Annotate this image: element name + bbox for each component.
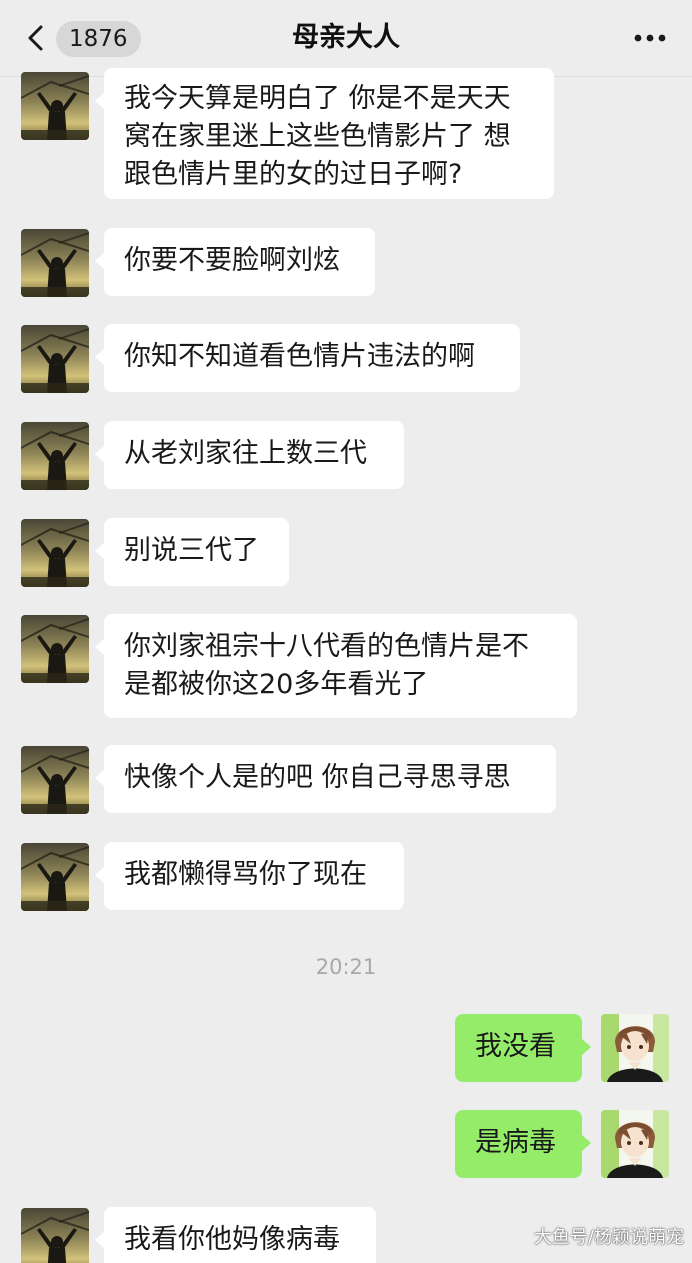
contact-avatar[interactable]: [21, 1208, 89, 1263]
more-dots-icon[interactable]: [630, 22, 670, 54]
message-bubble[interactable]: 我今天算是明白了 你是不是天天 窝在家里迷上这些色情影片了 想 跟色情片里的女的…: [95, 68, 554, 199]
contact-avatar[interactable]: [21, 325, 89, 393]
chat-header: 1876 母亲大人: [0, 0, 692, 77]
contact-avatar[interactable]: [21, 615, 89, 683]
message-bubble[interactable]: 快像个人是的吧 你自己寻思寻思: [95, 745, 556, 813]
contact-avatar[interactable]: [21, 519, 89, 587]
contact-avatar[interactable]: [21, 746, 89, 814]
message-bubble[interactable]: 我没看: [455, 1014, 591, 1082]
message-bubble[interactable]: 你刘家祖宗十八代看的色情片是不 是都被你这20多年看光了: [95, 614, 577, 718]
unread-count-badge[interactable]: 1876: [56, 21, 141, 57]
source-watermark: 大鱼号/杨颖说萌宠: [533, 1227, 684, 1248]
contact-avatar[interactable]: [21, 229, 89, 297]
chevron-left-icon[interactable]: [24, 24, 46, 52]
message-bubble[interactable]: 你知不知道看色情片违法的啊: [95, 324, 520, 392]
message-bubble[interactable]: 是病毒: [455, 1110, 591, 1178]
self-avatar[interactable]: [601, 1014, 669, 1082]
chat-screen: 1876 母亲大人 我今天算是明白了 你是不是天天 窝在家里迷上这些色情影片了 …: [0, 0, 692, 1263]
contact-avatar[interactable]: [21, 422, 89, 490]
contact-avatar[interactable]: [21, 72, 89, 140]
contact-avatar[interactable]: [21, 843, 89, 911]
message-bubble[interactable]: 从老刘家往上数三代: [95, 421, 404, 489]
message-bubble[interactable]: 我看你他妈像病毒: [95, 1207, 376, 1263]
message-bubble[interactable]: 你要不要脸啊刘炫: [95, 228, 375, 296]
timestamp-divider: 20:21: [315, 955, 377, 979]
self-avatar[interactable]: [601, 1110, 669, 1178]
message-bubble[interactable]: 我都懒得骂你了现在: [95, 842, 404, 910]
message-bubble[interactable]: 别说三代了: [95, 518, 289, 586]
